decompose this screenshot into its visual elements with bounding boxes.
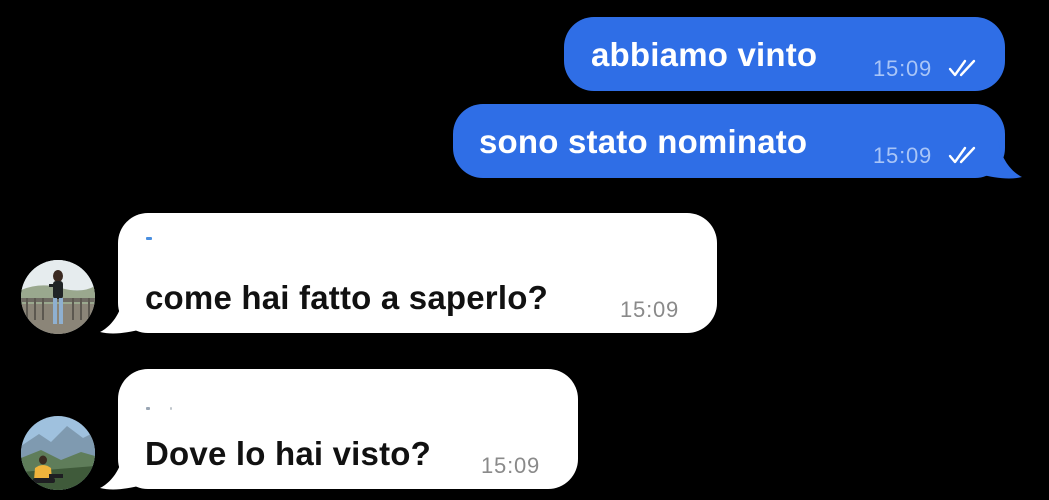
sender-name-placeholder — [146, 407, 150, 410]
message-text: abbiamo vinto — [591, 36, 818, 73]
message-text: come hai fatto a saperlo? — [145, 279, 548, 316]
sender-name-placeholder — [146, 237, 152, 240]
bubble-tail — [100, 451, 142, 490]
message-text: Dove lo hai visto? — [145, 435, 431, 472]
outgoing-message-bubble[interactable]: abbiamo vinto 15:09 — [564, 17, 1005, 91]
bubble-tail — [980, 140, 1022, 179]
bubble-tail — [100, 295, 142, 334]
double-check-icon — [948, 59, 976, 77]
incoming-message-bubble[interactable]: Dove lo hai visto? 15:09 — [118, 369, 578, 489]
incoming-message-bubble[interactable]: come hai fatto a saperlo? 15:09 — [118, 213, 717, 333]
message-time: 15:09 — [873, 56, 933, 81]
outgoing-message-bubble[interactable]: sono stato nominato 15:09 — [453, 104, 1005, 178]
message-time: 15:09 — [873, 143, 933, 168]
message-text: sono stato nominato — [479, 123, 808, 160]
avatar-photo-girl-balcony — [21, 260, 95, 334]
avatar-photo-hiker-mountain — [21, 416, 95, 490]
contact-avatar[interactable] — [21, 260, 95, 334]
message-time: 15:09 — [620, 297, 680, 322]
double-check-icon — [948, 146, 976, 164]
contact-avatar[interactable] — [21, 416, 95, 490]
message-time: 15:09 — [481, 453, 541, 478]
sender-name-placeholder — [170, 407, 172, 410]
